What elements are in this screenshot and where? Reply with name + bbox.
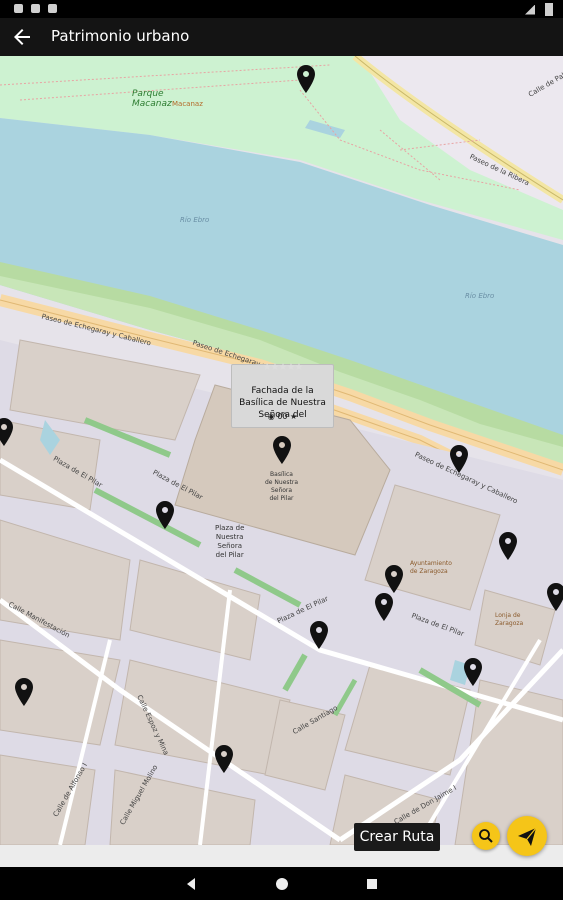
map-marker-icon[interactable] [0, 418, 14, 446]
map-marker-icon[interactable] [296, 65, 316, 93]
nav-recents-icon[interactable] [364, 876, 380, 892]
system-nav-bar [0, 867, 563, 900]
river-label: Río Ebro [465, 292, 495, 300]
notification-icon [14, 4, 23, 13]
poi-label: Macanaz [172, 100, 203, 108]
star-icon: ★ [290, 412, 298, 421]
nav-home-icon[interactable] [274, 876, 290, 892]
battery-icon [545, 3, 553, 16]
map-marker-icon[interactable] [374, 593, 394, 621]
river-label: Río Ebro [180, 216, 210, 224]
back-arrow-icon[interactable] [10, 25, 34, 49]
map-view[interactable]: Parque Macanaz Macanaz Río Ebro Río Ebro… [0, 56, 563, 845]
signal-icon [525, 4, 535, 15]
map-marker-icon[interactable] [214, 745, 234, 773]
map-marker-icon[interactable] [546, 583, 563, 611]
marker-info-popup[interactable]: ★★★★★ Fachada de la Basílica de Nuestra … [231, 362, 334, 428]
popup-meta: ◉ 00 ★ [232, 412, 333, 421]
status-system-icons [525, 3, 553, 16]
map-marker-icon[interactable] [155, 501, 175, 529]
notification-icon [31, 4, 40, 13]
page-title: Patrimonio urbano [51, 27, 190, 45]
camera-icon: ◉ [267, 412, 275, 421]
rating-stars: ★★★★★ [262, 362, 304, 373]
poi-label: Ayuntamiento de Zaragoza [410, 560, 452, 575]
navigate-button[interactable] [507, 816, 547, 856]
map-marker-icon[interactable] [449, 445, 469, 473]
search-icon [479, 829, 493, 843]
send-icon [518, 827, 537, 846]
map-marker-icon[interactable] [14, 678, 34, 706]
basilica-label: Basílica de Nuestra Señora del Pilar [265, 471, 299, 502]
photo-count: 00 [277, 412, 288, 421]
map-marker-selected-icon[interactable] [272, 436, 292, 464]
create-route-button[interactable]: Crear Ruta [354, 823, 440, 851]
map-marker-icon[interactable] [384, 565, 404, 593]
map-marker-icon[interactable] [463, 658, 483, 686]
notification-icon [48, 4, 57, 13]
app-bar: Patrimonio urbano [0, 18, 563, 56]
map-marker-icon[interactable] [498, 532, 518, 560]
nav-back-icon[interactable] [183, 876, 199, 892]
poi-label: Lonja de Zaragoza [495, 612, 524, 627]
square-label: Plaza de Nuestra Señora del Pilar [215, 524, 245, 559]
status-notification-icons [14, 4, 57, 13]
search-button[interactable] [472, 822, 500, 850]
status-bar [0, 0, 563, 18]
park-label: Parque Macanaz [132, 89, 172, 109]
map-marker-icon[interactable] [309, 621, 329, 649]
